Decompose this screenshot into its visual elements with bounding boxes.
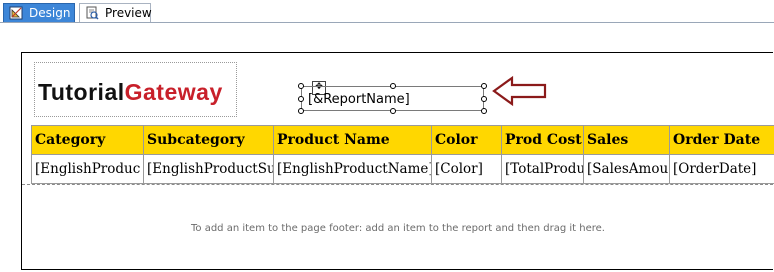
- resize-handle[interactable]: [481, 108, 487, 114]
- logo-text: TutorialGateway: [38, 79, 223, 106]
- page-footer-separator: [22, 184, 773, 185]
- logo-part1: Tutorial: [38, 79, 125, 105]
- header-cell[interactable]: Sales: [583, 125, 670, 155]
- page-footer-hint: To add an item to the page footer: add a…: [191, 223, 605, 234]
- data-cell[interactable]: [SalesAmou: [583, 154, 670, 184]
- logo-image[interactable]: TutorialGateway: [34, 62, 237, 117]
- report-design-surface[interactable]: TutorialGateway ✥ [&ReportName] Category…: [21, 52, 774, 270]
- table-row: [EnglishProduc [EnglishProductSu [Englis…: [31, 154, 774, 184]
- data-cell[interactable]: [EnglishProduc: [31, 154, 144, 184]
- tab-strip: Design Preview: [0, 0, 774, 23]
- tab-preview[interactable]: Preview: [79, 3, 152, 22]
- data-cell[interactable]: [OrderDate]: [669, 154, 774, 184]
- tab-design[interactable]: Design: [3, 3, 75, 22]
- arrow-icon: [492, 75, 547, 107]
- resize-handle[interactable]: [481, 83, 487, 89]
- data-cell[interactable]: [EnglishProductSu: [143, 154, 274, 184]
- header-cell[interactable]: Product Name: [273, 125, 432, 155]
- report-name-field: [&ReportName]: [308, 92, 410, 107]
- resize-handle[interactable]: [298, 96, 304, 102]
- logo-part2: Gateway: [124, 79, 223, 105]
- resize-handle[interactable]: [481, 96, 487, 102]
- tab-preview-label: Preview: [105, 6, 152, 20]
- header-cell[interactable]: Subcategory: [143, 125, 274, 155]
- resize-handle[interactable]: [390, 108, 396, 114]
- resize-handle[interactable]: [298, 83, 304, 89]
- resize-handle[interactable]: [298, 108, 304, 114]
- data-cell[interactable]: [Color]: [431, 154, 502, 184]
- resize-handle[interactable]: [390, 83, 396, 89]
- header-cell[interactable]: Order Date: [669, 125, 774, 155]
- data-cell[interactable]: [EnglishProductName]: [273, 154, 432, 184]
- preview-icon: [85, 6, 99, 20]
- tab-design-label: Design: [29, 6, 71, 20]
- header-cell[interactable]: Category: [31, 125, 144, 155]
- data-cell[interactable]: [TotalProdu: [501, 154, 584, 184]
- report-table[interactable]: Category Subcategory Product Name Color …: [31, 125, 774, 184]
- design-icon: [9, 6, 23, 20]
- header-cell[interactable]: Color: [431, 125, 502, 155]
- header-cell[interactable]: Prod Cost: [501, 125, 584, 155]
- table-header-row: Category Subcategory Product Name Color …: [31, 125, 774, 155]
